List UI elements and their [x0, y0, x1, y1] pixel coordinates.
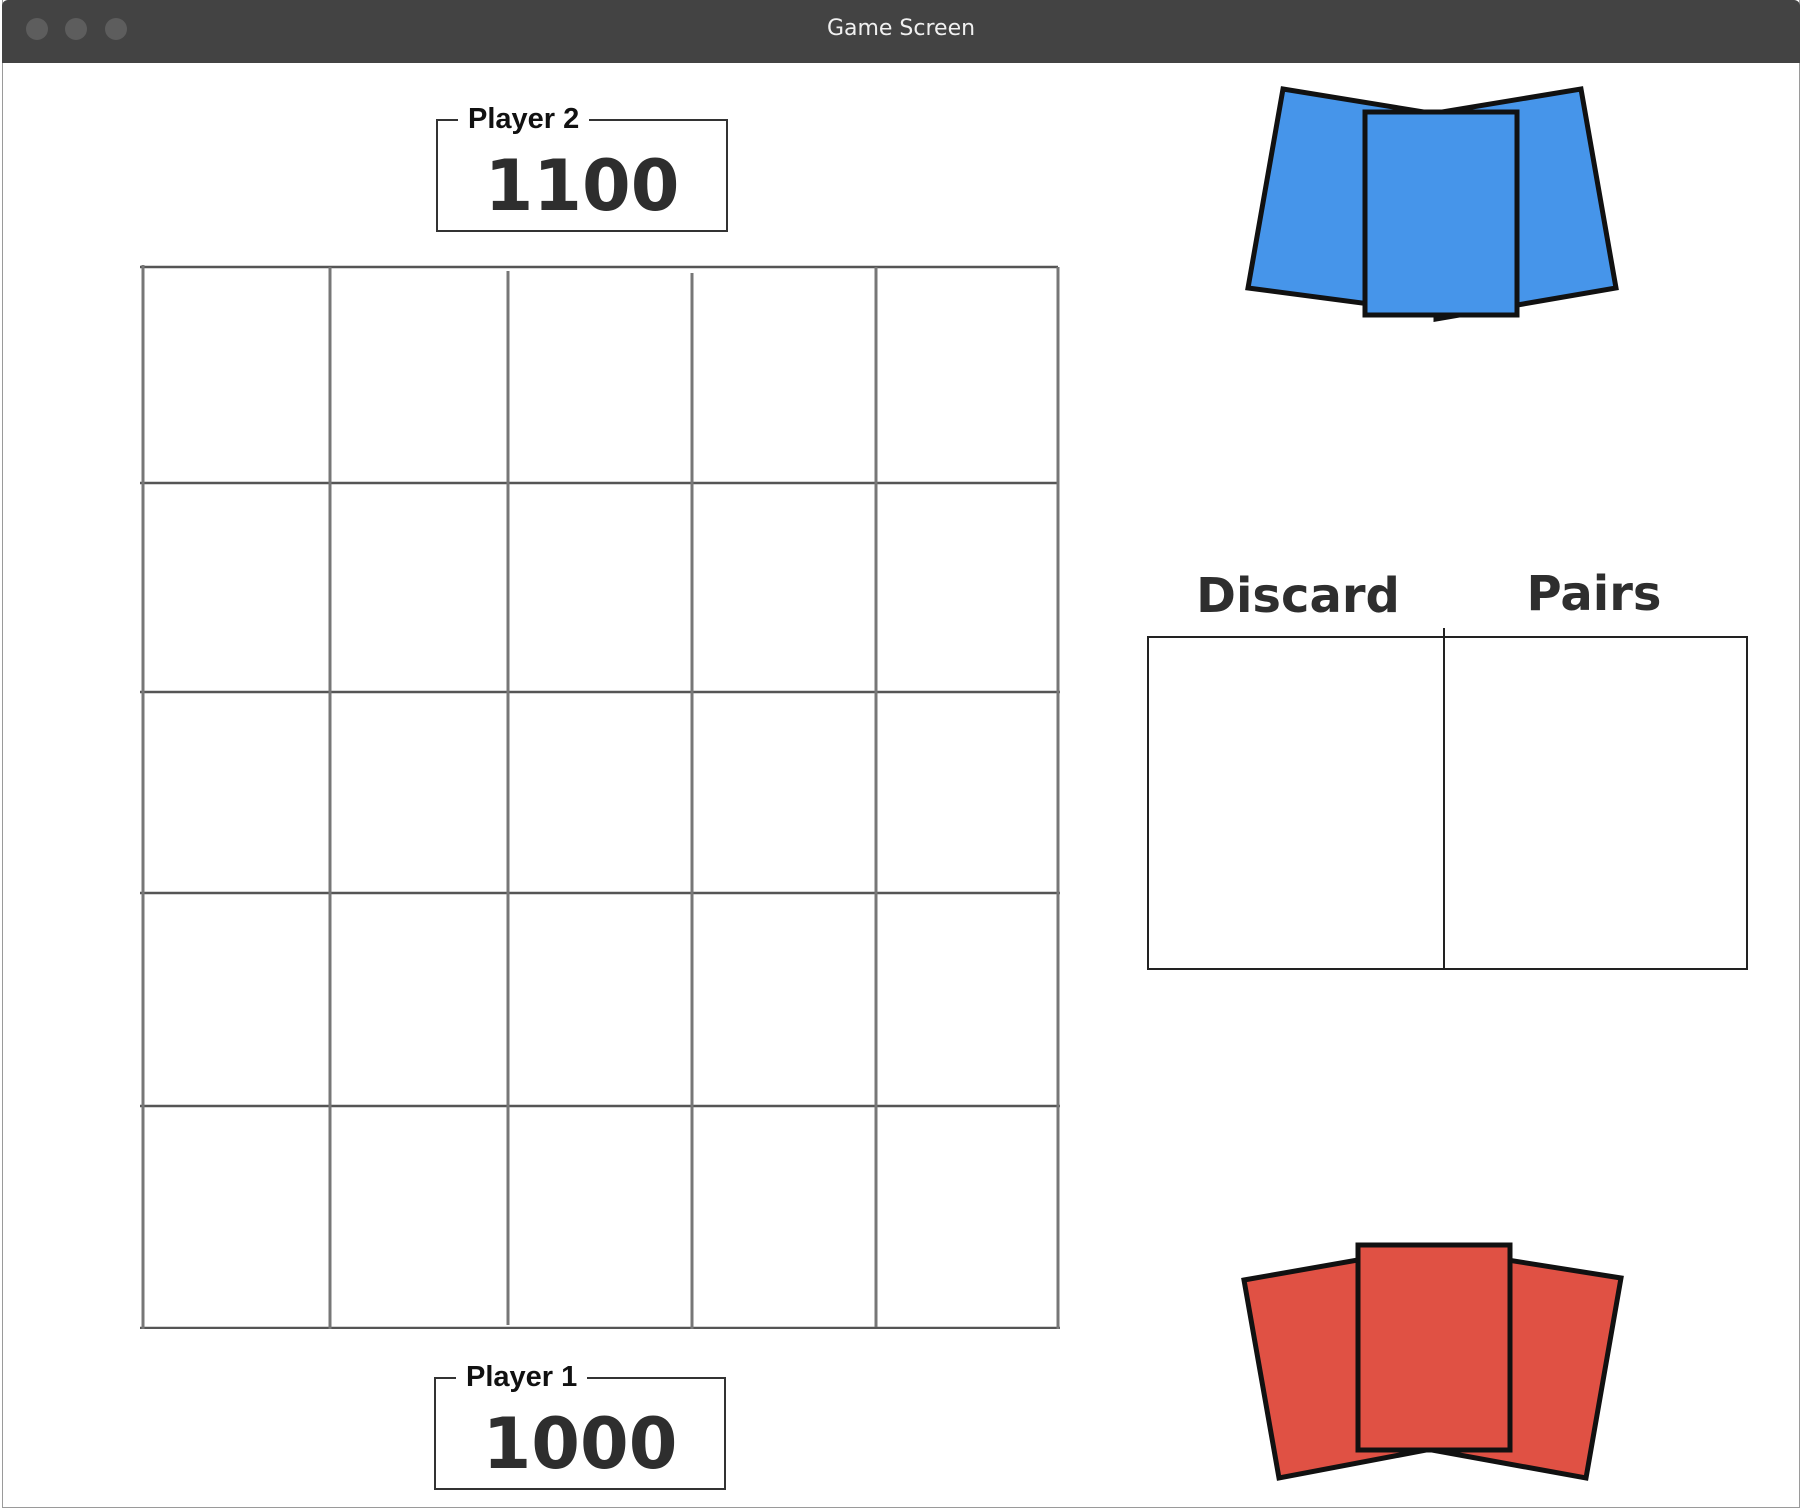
game-board: [140, 265, 1060, 1329]
board-cell-r4c5[interactable]: [877, 894, 1057, 1105]
player2-hand[interactable]: [1240, 80, 1630, 325]
board-cell-r3c5[interactable]: [877, 693, 1057, 892]
player1-score: 1000: [482, 1403, 678, 1485]
pairs-pile[interactable]: [1447, 638, 1746, 968]
board-cell-r5c1[interactable]: [144, 1107, 329, 1327]
discard-heading: Discard: [1196, 568, 1400, 624]
player2-score-box: Player 2 1100: [436, 103, 728, 232]
board-cell-r2c1[interactable]: [144, 484, 329, 691]
board-cell-r5c4[interactable]: [693, 1107, 875, 1327]
board-cell-r1c2[interactable]: [331, 268, 507, 482]
board-cell-r3c4[interactable]: [693, 693, 875, 892]
player1-hand[interactable]: [1236, 1240, 1626, 1485]
board-cell-r1c3[interactable]: [509, 268, 691, 482]
board-cell-r3c1[interactable]: [144, 693, 329, 892]
player1-label: Player 1: [456, 1361, 588, 1393]
discard-pairs-area: [1147, 636, 1748, 970]
board-cell-r5c3[interactable]: [509, 1107, 691, 1327]
board-cell-r3c2[interactable]: [331, 693, 507, 892]
player2-score: 1100: [484, 145, 680, 227]
board-cell-r1c5[interactable]: [877, 268, 1057, 482]
pile-divider: [1443, 628, 1445, 970]
board-cell-r4c2[interactable]: [331, 894, 507, 1105]
board-cell-r4c4[interactable]: [693, 894, 875, 1105]
player1-card-center[interactable]: [1355, 1242, 1513, 1453]
window-title: Game Screen: [826, 16, 976, 41]
board-cell-r1c4[interactable]: [693, 268, 875, 482]
board-cell-r3c3[interactable]: [509, 693, 691, 892]
player1-score-box: Player 1 1000: [434, 1361, 726, 1490]
board-cell-r2c3[interactable]: [509, 484, 691, 691]
pairs-heading: Pairs: [1526, 566, 1662, 622]
discard-pile[interactable]: [1149, 638, 1445, 968]
player2-label: Player 2: [458, 103, 590, 135]
board-cell-r5c2[interactable]: [331, 1107, 507, 1327]
player2-card-center[interactable]: [1362, 109, 1520, 318]
board-cell-r2c2[interactable]: [331, 484, 507, 691]
board-cell-r4c1[interactable]: [144, 894, 329, 1105]
title-bar[interactable]: Game Screen: [2, 0, 1800, 63]
board-cell-r2c4[interactable]: [693, 484, 875, 691]
board-cell-r1c1[interactable]: [144, 268, 329, 482]
board-cell-r5c5[interactable]: [877, 1107, 1057, 1327]
board-cell-r2c5[interactable]: [877, 484, 1057, 691]
board-cell-r4c3[interactable]: [509, 894, 691, 1105]
